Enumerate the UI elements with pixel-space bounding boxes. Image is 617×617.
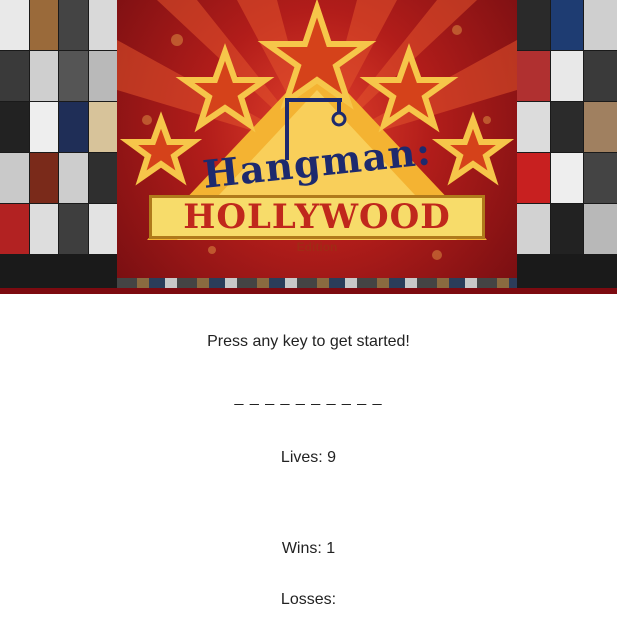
losses-counter: Losses:: [280, 591, 337, 608]
movie-poster: [550, 153, 584, 203]
movie-poster: [584, 0, 617, 50]
logo: Hangman: HOLLYWOOD Edition: [117, 0, 517, 278]
movie-poster: [88, 204, 117, 254]
logo-edition: Edition: [296, 240, 338, 254]
movie-poster: [0, 51, 29, 101]
logo-title: Hangman:: [200, 128, 434, 197]
movie-poster: [88, 0, 117, 50]
movie-poster: [29, 51, 58, 101]
movie-poster: [29, 102, 58, 152]
movie-poster: [59, 0, 88, 50]
movie-poster: [59, 51, 88, 101]
movie-poster: [0, 153, 29, 203]
movie-poster: [517, 102, 550, 152]
movie-poster: [550, 51, 584, 101]
movie-poster: [584, 153, 617, 203]
movie-poster: [59, 102, 88, 152]
movie-poster: [88, 153, 117, 203]
movie-poster: [88, 102, 117, 152]
banner-divider: [0, 288, 617, 294]
movie-poster: [550, 0, 584, 50]
movie-poster: [59, 204, 88, 254]
movie-poster: [517, 51, 550, 101]
movie-poster: [584, 204, 617, 254]
lives-counter: Lives: 9: [280, 449, 337, 466]
movie-poster: [584, 102, 617, 152]
movie-poster: [0, 0, 29, 50]
movie-poster: [584, 51, 617, 101]
start-prompt: Press any key to get started!: [207, 333, 410, 350]
banner: Hangman: HOLLYWOOD Edition: [0, 0, 617, 288]
movie-poster: [59, 153, 88, 203]
movie-poster: [29, 0, 58, 50]
movie-poster: [517, 204, 550, 254]
movie-poster: [517, 153, 550, 203]
wins-counter: Wins: 1: [281, 540, 336, 557]
movie-poster: [517, 0, 550, 50]
movie-poster: [88, 51, 117, 101]
logo-subtitle: HOLLYWOOD: [149, 195, 485, 239]
word-blanks: _ _ _ _ _ _ _ _ _ _: [234, 389, 383, 406]
logo-stage: Hangman: HOLLYWOOD Edition: [117, 0, 517, 278]
poster-wall-left: [0, 0, 117, 288]
movie-poster: [29, 204, 58, 254]
movie-poster: [29, 153, 58, 203]
poster-strip-bottom: [117, 278, 517, 288]
movie-poster: [550, 204, 584, 254]
movie-poster: [550, 102, 584, 152]
movie-poster: [0, 102, 29, 152]
poster-wall-right: [517, 0, 617, 288]
movie-poster: [0, 204, 29, 254]
